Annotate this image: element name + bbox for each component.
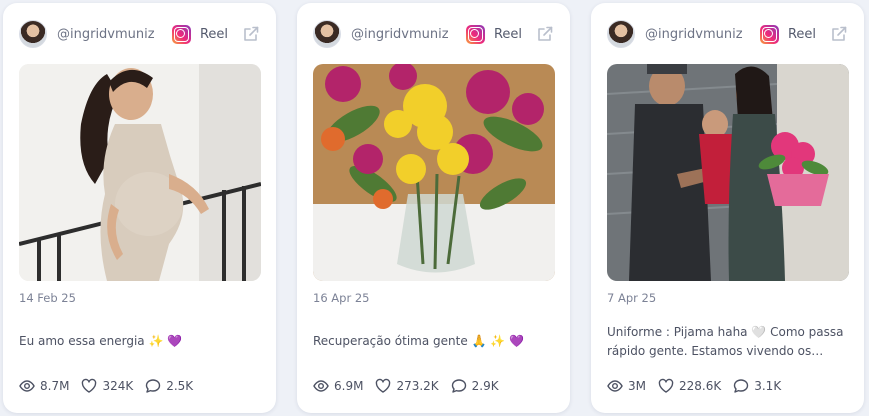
post-type-label: Reel [493,26,522,42]
account-handle[interactable]: @ingridvmuniz [57,27,155,42]
likes-count: 228.6K [679,379,722,393]
post-date: 7 Apr 25 [607,291,657,305]
eye-icon [607,380,623,392]
post-type-label: Reel [787,26,816,42]
likes-count: 324K [102,379,134,393]
post-date: 16 Apr 25 [313,291,370,305]
post-header: @ingridvmuniz Reel [313,20,554,48]
external-link-icon[interactable] [242,25,260,43]
comments-stat: 2.5K [145,378,193,394]
comments-count: 2.5K [166,379,194,393]
views-count: 3M [628,379,646,393]
views-count: 6.9M [334,379,364,393]
likes-count: 273.2K [396,379,439,393]
post-date: 14 Feb 25 [19,291,76,305]
heart-icon [376,378,391,393]
views-stat: 6.9M [313,378,363,394]
post-card[interactable]: @ingridvmuniz Reel [297,3,570,413]
post-stats: 8.7M 324K 2.5K [19,378,205,394]
views-stat: 3M [607,378,646,394]
post-caption: Eu amo essa energia ✨ 💜 [19,334,183,348]
views-stat: 8.7M [19,378,69,394]
eye-icon [313,380,329,392]
likes-stat: 324K [81,378,133,394]
account-handle[interactable]: @ingridvmuniz [351,27,449,42]
avatar[interactable] [607,20,635,48]
comments-stat: 2.9K [451,378,499,394]
comment-icon [451,379,466,393]
avatar[interactable] [19,20,47,48]
heart-icon [82,378,97,393]
post-header: @ingridvmuniz Reel [19,20,260,48]
post-card[interactable]: @ingridvmuniz Reel [591,3,864,413]
post-caption: Uniforme : Pijama haha 🤍 Como passa rápi… [607,325,844,358]
account-handle[interactable]: @ingridvmuniz [645,27,743,42]
post-card[interactable]: @ingridvmuniz Reel [3,3,276,413]
external-link-icon[interactable] [536,25,554,43]
instagram-icon [759,24,779,44]
post-stats: 6.9M 273.2K 2.9K [313,378,511,394]
post-thumbnail[interactable] [19,64,261,281]
instagram-icon [465,24,485,44]
eye-icon [19,380,35,392]
likes-stat: 273.2K [375,378,439,394]
post-caption: Recuperação ótima gente 🙏 ✨ 💜 [313,334,524,348]
post-stats: 3M 228.6K 3.1K [607,378,793,394]
posts-grid: @ingridvmuniz Reel 14 Feb 25 Eu amo essa… [0,0,869,416]
post-thumbnail[interactable] [607,64,849,281]
comments-count: 3.1K [754,379,782,393]
instagram-icon [171,24,191,44]
comments-stat: 3.1K [733,378,781,394]
avatar[interactable] [313,20,341,48]
comment-icon [734,379,749,393]
post-header: @ingridvmuniz Reel [607,20,848,48]
views-count: 8.7M [40,379,70,393]
post-type-label: Reel [199,26,228,42]
heart-icon [658,378,674,393]
external-link-icon[interactable] [830,25,848,43]
comment-icon [146,379,161,393]
likes-stat: 228.6K [658,378,721,394]
comments-count: 2.9K [471,379,499,393]
post-thumbnail[interactable] [313,64,555,281]
